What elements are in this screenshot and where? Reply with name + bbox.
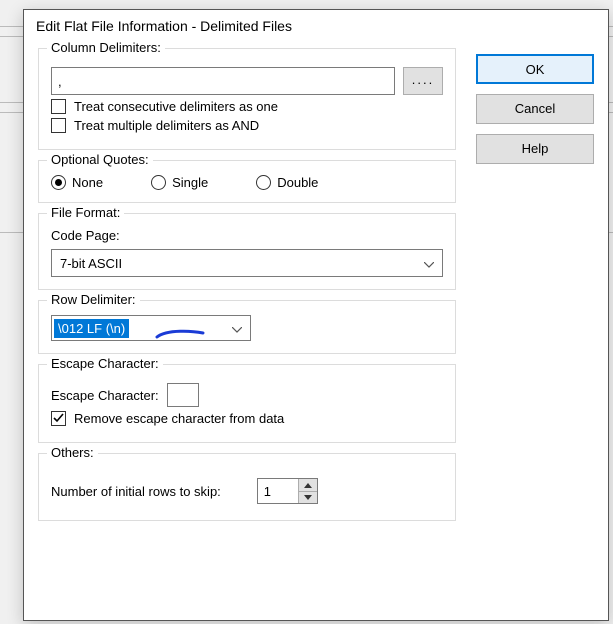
checkbox-icon (51, 411, 66, 426)
checkbox-remove-escape-label: Remove escape character from data (74, 411, 284, 426)
ok-button[interactable]: OK (476, 54, 594, 84)
escape-character-input[interactable] (167, 383, 199, 407)
checkbox-consecutive-label: Treat consecutive delimiters as one (74, 99, 278, 114)
radio-double-label: Double (277, 175, 318, 190)
escape-field-label: Escape Character: (51, 388, 159, 403)
dialog: Edit Flat File Information - Delimited F… (23, 9, 609, 621)
legend-optional-quotes: Optional Quotes: (47, 152, 153, 167)
checkbox-icon (51, 118, 66, 133)
radio-double[interactable]: Double (256, 175, 318, 190)
radio-single[interactable]: Single (151, 175, 208, 190)
legend-column-delimiters: Column Delimiters: (47, 40, 165, 55)
legend-others: Others: (47, 445, 98, 460)
column-delimiter-input[interactable] (51, 67, 395, 95)
radio-icon (151, 175, 166, 190)
legend-file-format: File Format: (47, 205, 124, 220)
spinner-down-button[interactable] (299, 491, 317, 503)
checkbox-and[interactable]: Treat multiple delimiters as AND (51, 118, 443, 133)
legend-escape: Escape Character: (47, 356, 163, 371)
cancel-button[interactable]: Cancel (476, 94, 594, 124)
group-optional-quotes: Optional Quotes: None Single Double (38, 160, 456, 203)
code-page-select[interactable]: 7-bit ASCII (51, 249, 443, 277)
skip-rows-input[interactable] (258, 479, 298, 503)
help-button[interactable]: Help (476, 134, 594, 164)
radio-none-label: None (72, 175, 103, 190)
radio-icon (256, 175, 271, 190)
group-others: Others: Number of initial rows to skip: (38, 453, 456, 521)
chevron-down-icon (224, 321, 250, 336)
row-delimiter-value: \012 LF (\n) (54, 319, 129, 338)
skip-rows-label: Number of initial rows to skip: (51, 484, 221, 499)
row-delimiter-select[interactable]: \012 LF (\n) (51, 315, 251, 341)
radio-icon (51, 175, 66, 190)
dialog-title: Edit Flat File Information - Delimited F… (24, 10, 608, 44)
annotation-stroke (155, 327, 205, 341)
spinner-up-button[interactable] (299, 479, 317, 491)
group-row-delimiter: Row Delimiter: \012 LF (\n) (38, 300, 456, 354)
skip-rows-spinner[interactable] (257, 478, 318, 504)
chevron-down-icon (424, 256, 434, 271)
group-file-format: File Format: Code Page: 7-bit ASCII (38, 213, 456, 290)
radio-none[interactable]: None (51, 175, 103, 190)
code-page-label: Code Page: (51, 228, 443, 243)
checkbox-icon (51, 99, 66, 114)
code-page-value: 7-bit ASCII (60, 256, 122, 271)
group-escape: Escape Character: Escape Character: Remo… (38, 364, 456, 443)
legend-row-delimiter: Row Delimiter: (47, 292, 140, 307)
radio-single-label: Single (172, 175, 208, 190)
checkbox-consecutive[interactable]: Treat consecutive delimiters as one (51, 99, 443, 114)
group-column-delimiters: Column Delimiters: .... Treat consecutiv… (38, 48, 456, 150)
checkbox-remove-escape[interactable]: Remove escape character from data (51, 411, 443, 426)
checkbox-and-label: Treat multiple delimiters as AND (74, 118, 259, 133)
browse-delimiter-button[interactable]: .... (403, 67, 443, 95)
